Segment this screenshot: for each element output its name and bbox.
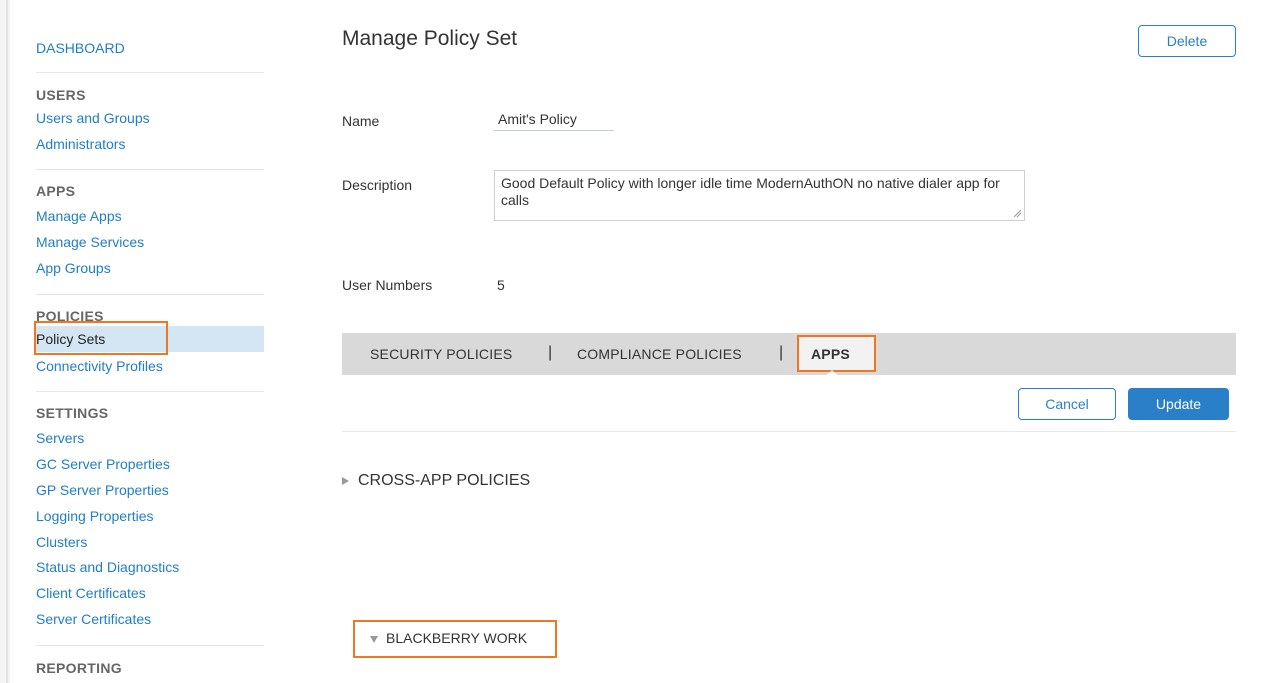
- collapse-triangle-icon: [370, 636, 378, 643]
- sidebar-item-servers[interactable]: Servers: [36, 430, 84, 446]
- highlight-box-policy-sets: [34, 321, 168, 355]
- cancel-button[interactable]: Cancel: [1018, 388, 1116, 420]
- sidebar-divider: [36, 72, 264, 73]
- page-title: Manage Policy Set: [342, 27, 518, 50]
- sidebar-divider: [36, 169, 264, 170]
- expand-triangle-icon: [342, 477, 349, 485]
- sidebar-item-gp-server-properties[interactable]: GP Server Properties: [36, 482, 169, 498]
- sidebar-heading-users: USERS: [36, 87, 86, 103]
- sidebar-item-manage-services[interactable]: Manage Services: [36, 234, 144, 250]
- name-field[interactable]: Amit's Policy: [494, 111, 614, 131]
- sidebar-nav: DASHBOARD USERS Users and Groups Adminis…: [34, 0, 264, 683]
- description-textarea[interactable]: Good Default Policy with longer idle tim…: [494, 170, 1025, 221]
- name-label: Name: [342, 113, 380, 129]
- sidebar-item-clusters[interactable]: Clusters: [36, 534, 87, 550]
- sidebar-divider: [36, 294, 264, 295]
- sidebar-item-status-and-diagnostics[interactable]: Status and Diagnostics: [36, 559, 179, 575]
- sidebar-item-dashboard[interactable]: DASHBOARD: [36, 40, 125, 56]
- description-label: Description: [342, 177, 413, 193]
- user-numbers-label: User Numbers: [342, 277, 433, 293]
- sidebar-item-app-groups[interactable]: App Groups: [36, 260, 111, 276]
- sidebar-heading-settings: SETTINGS: [36, 405, 109, 421]
- tab-apps[interactable]: APPS: [811, 346, 850, 362]
- content-divider: [342, 431, 1236, 432]
- sidebar-item-manage-apps[interactable]: Manage Apps: [36, 208, 122, 224]
- cross-app-policies-heading: CROSS-APP POLICIES: [358, 472, 531, 489]
- sidebar-heading-apps: APPS: [36, 183, 76, 199]
- sidebar-item-logging-properties[interactable]: Logging Properties: [36, 508, 154, 524]
- tab-separator: |: [548, 344, 553, 361]
- left-edge-bar: [0, 0, 10, 683]
- sidebar-item-server-certificates[interactable]: Server Certificates: [36, 611, 151, 627]
- tab-separator: |: [779, 344, 784, 361]
- sidebar-item-users-and-groups[interactable]: Users and Groups: [36, 110, 150, 126]
- sidebar-heading-reporting: REPORTING: [36, 660, 122, 676]
- sidebar-item-client-certificates[interactable]: Client Certificates: [36, 585, 146, 601]
- update-button[interactable]: Update: [1128, 388, 1229, 420]
- sidebar-divider: [36, 391, 264, 392]
- user-numbers-value: 5: [497, 277, 505, 293]
- description-text: Good Default Policy with longer idle tim…: [501, 175, 1000, 208]
- sidebar-item-gc-server-properties[interactable]: GC Server Properties: [36, 456, 170, 472]
- blackberry-work-heading: BLACKBERRY WORK: [386, 630, 528, 646]
- delete-button[interactable]: Delete: [1138, 25, 1236, 57]
- sidebar-item-administrators[interactable]: Administrators: [36, 136, 125, 152]
- resize-handle-icon[interactable]: [1013, 209, 1021, 217]
- sidebar-divider: [36, 645, 264, 646]
- tab-compliance-policies[interactable]: COMPLIANCE POLICIES: [577, 346, 742, 362]
- policy-tab-bar: SECURITY POLICIES | COMPLIANCE POLICIES …: [342, 333, 1236, 375]
- sidebar-item-connectivity-profiles[interactable]: Connectivity Profiles: [36, 358, 163, 374]
- tab-security-policies[interactable]: SECURITY POLICIES: [370, 346, 512, 362]
- active-tab-caret-icon: [826, 370, 838, 376]
